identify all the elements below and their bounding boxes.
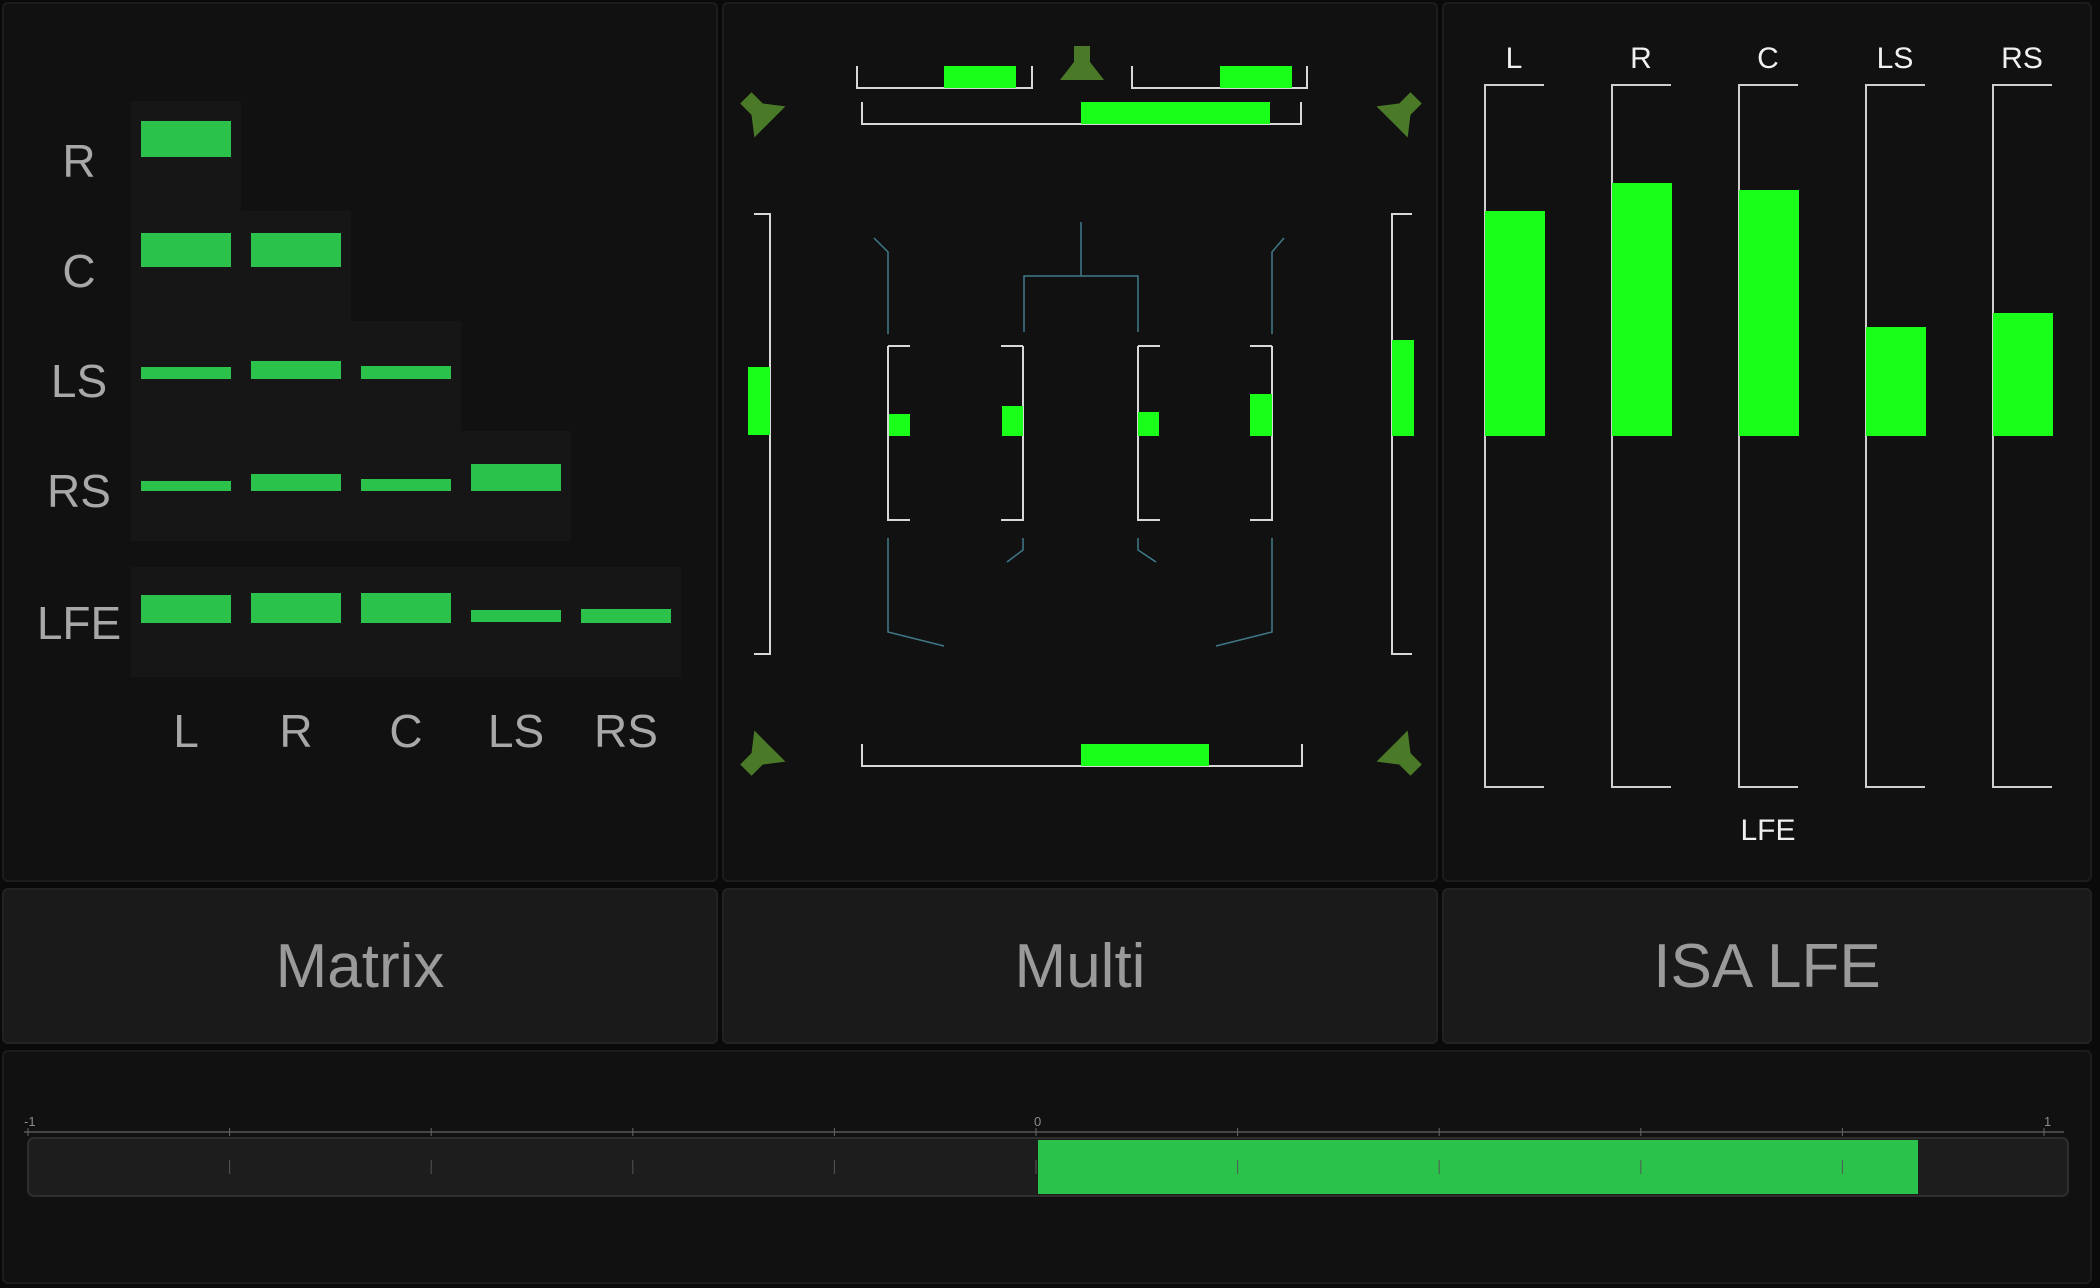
matrix-level-bar — [471, 610, 561, 622]
matrix-mode-button[interactable]: Matrix — [2, 888, 718, 1044]
matrix-cell-ls-l[interactable] — [131, 321, 241, 431]
matrix-level-bar — [361, 366, 451, 379]
isa-lfe-panel: L R C LS RS LFE — [1442, 2, 2092, 882]
isa-meter-frame-l — [1484, 84, 1544, 788]
speaker-front-left-icon — [740, 92, 786, 138]
matrix-level-bar — [251, 233, 341, 267]
col-label-ls: LS — [487, 705, 545, 757]
matrix-cell-lfe-rs[interactable] — [571, 567, 681, 677]
isa-channel-label-ls: LS — [1876, 42, 1914, 75]
row-label-ls: LS — [50, 355, 108, 407]
matrix-cell-lfe-c[interactable] — [351, 567, 461, 677]
inner-meter-3 — [1137, 345, 1160, 521]
isa-meter-bar-ls — [1866, 327, 1926, 436]
isa-meter-bar-c — [1739, 190, 1799, 436]
col-label-rs: RS — [594, 705, 658, 757]
front-left-meter — [856, 66, 1033, 89]
bottom-meter-panel: -1 0 1 — [2, 1050, 2092, 1284]
front-right-meter — [1131, 66, 1308, 89]
matrix-cell-rs-c[interactable] — [351, 431, 461, 541]
isa-lfe-footer-label: LFE — [1740, 814, 1796, 847]
isa-channel-label-c: C — [1757, 42, 1779, 75]
rear-width-meter — [861, 744, 1303, 767]
row-label-rs: RS — [47, 465, 111, 517]
isa-meter-bar-rs — [1993, 313, 2053, 436]
matrix-cell-rs-l[interactable] — [131, 431, 241, 541]
isa-channel-label-l: L — [1505, 42, 1523, 75]
matrix-level-bar — [141, 233, 231, 267]
matrix-level-bar — [251, 593, 341, 623]
matrix-cell-lfe-l[interactable] — [131, 567, 241, 677]
meter-fill — [1038, 1140, 1918, 1194]
matrix-cell-c-l[interactable] — [131, 211, 241, 321]
speaker-center-icon — [1060, 46, 1104, 80]
isa-meter-bar-l — [1485, 211, 1545, 436]
isa-channel-label-r: R — [1630, 42, 1652, 75]
matrix-level-bar — [141, 367, 231, 379]
inner-meter-2 — [1001, 345, 1024, 521]
matrix-level-bar — [141, 595, 231, 623]
isa-meter-bar-r — [1612, 183, 1672, 436]
front-width-meter — [861, 102, 1302, 125]
inner-meter-1 — [887, 345, 910, 521]
inner-meter-4 — [1250, 345, 1273, 521]
speaker-rear-left-icon — [740, 730, 786, 776]
matrix-cell-lfe-ls[interactable] — [461, 567, 571, 677]
row-label-lfe: LFE — [36, 597, 122, 649]
speaker-front-right-icon — [1376, 92, 1422, 138]
signal-routing-traces — [873, 222, 1285, 647]
matrix-level-bar — [141, 121, 231, 157]
isa-channel-label-rs: RS — [2001, 42, 2043, 75]
matrix-cell-rs-ls[interactable] — [461, 431, 571, 541]
row-label-r: R — [62, 135, 96, 187]
matrix-cell-c-r[interactable] — [241, 211, 351, 321]
multi-mode-button[interactable]: Multi — [722, 888, 1438, 1044]
speaker-rear-right-icon — [1376, 730, 1422, 776]
matrix-level-bar — [251, 474, 341, 491]
balance-meter — [24, 1128, 2069, 1197]
matrix-level-bar — [581, 609, 671, 623]
matrix-cell-r-l[interactable] — [131, 101, 241, 211]
matrix-level-bar — [141, 481, 231, 491]
isa-meter-frame-ls — [1865, 84, 1925, 788]
matrix-level-bar — [361, 593, 451, 623]
isa-meter-frame-rs — [1992, 84, 2052, 788]
left-side-meter — [748, 213, 771, 655]
matrix-level-bar — [251, 361, 341, 379]
col-label-r: R — [279, 705, 313, 757]
right-side-meter — [1391, 213, 1414, 655]
matrix-panel: R C LS RS LFE L R C LS RS — [2, 2, 718, 882]
row-label-c: C — [62, 245, 96, 297]
isa-lfe-mode-button[interactable]: ISA LFE — [1442, 888, 2092, 1044]
matrix-level-bar — [361, 479, 451, 491]
matrix-cell-lfe-r[interactable] — [241, 567, 351, 677]
multi-panel — [722, 2, 1438, 882]
col-label-c: C — [389, 705, 423, 757]
matrix-cell-rs-r[interactable] — [241, 431, 351, 541]
col-label-l: L — [173, 705, 199, 757]
multichannel-layout — [740, 46, 1422, 776]
matrix-cell-ls-c[interactable] — [351, 321, 461, 431]
matrix-cell-ls-r[interactable] — [241, 321, 351, 431]
matrix-level-bar — [471, 464, 561, 491]
